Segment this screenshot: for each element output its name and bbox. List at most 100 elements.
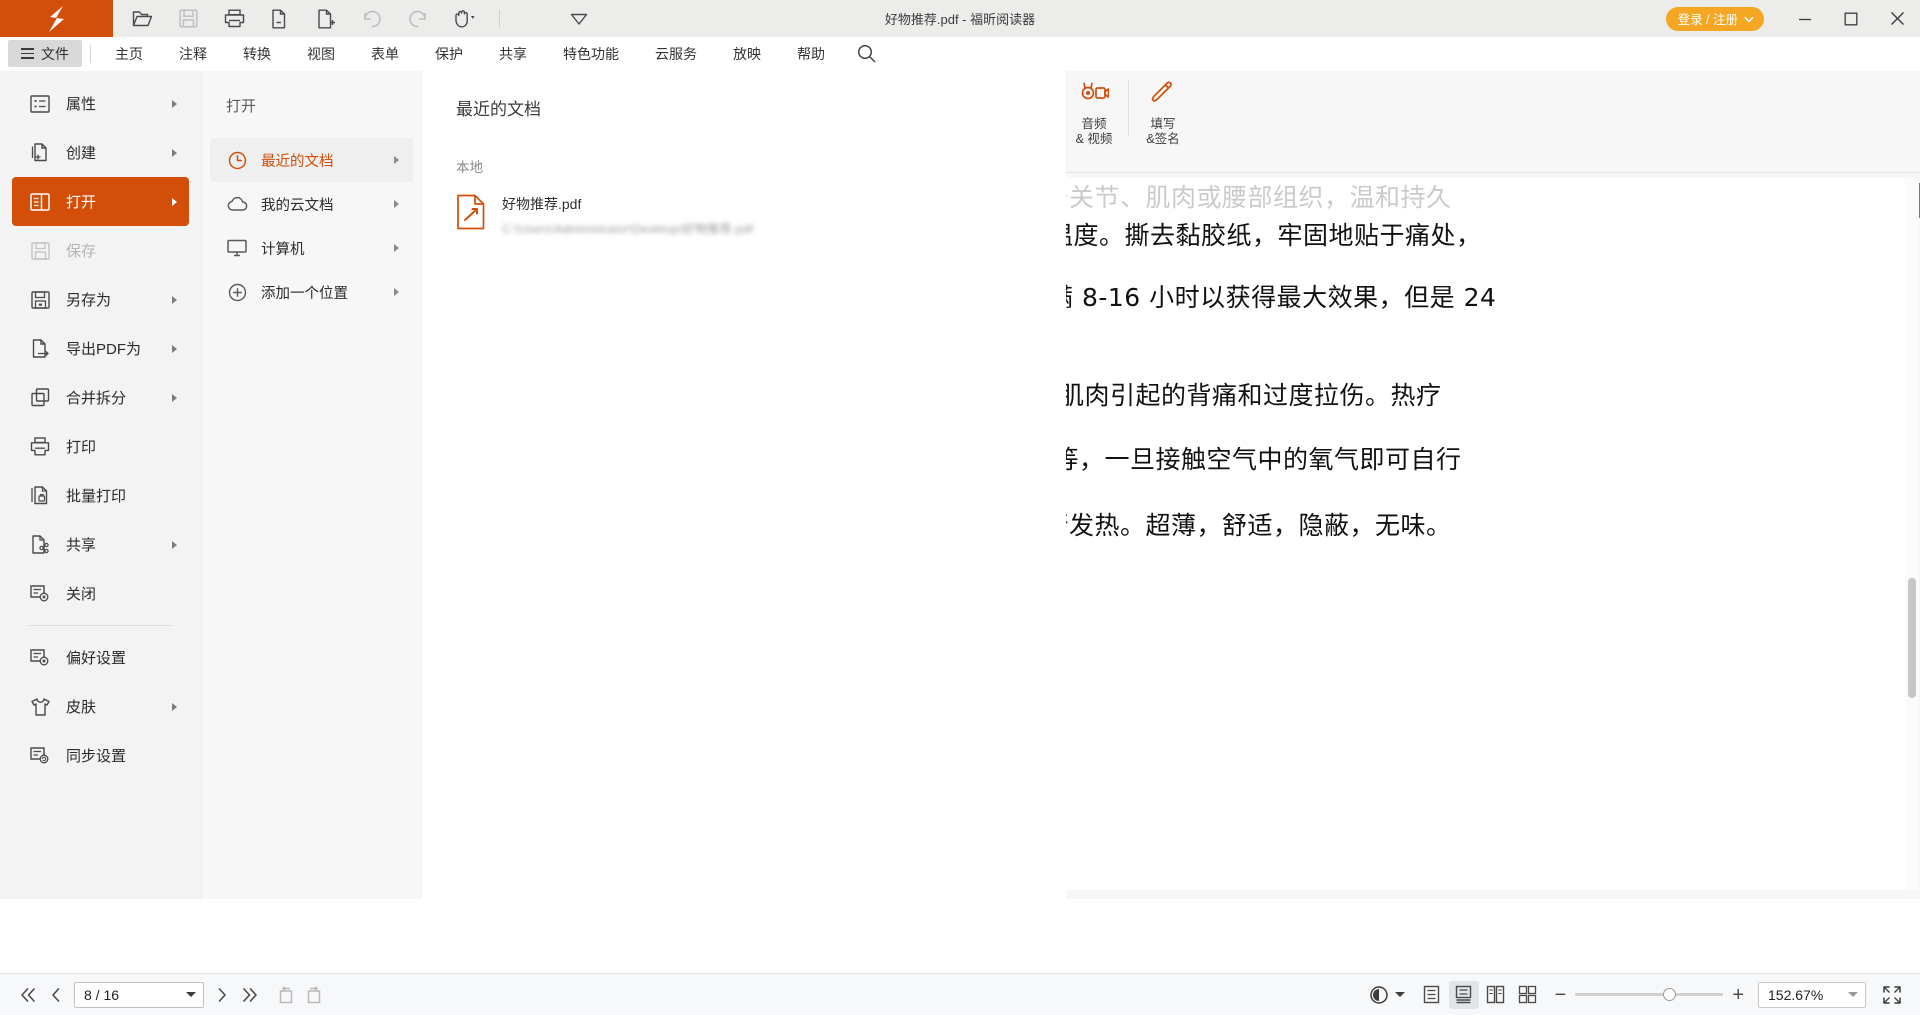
tab-home[interactable]: 主页 [97,40,161,67]
maximize-button[interactable] [1828,0,1874,37]
tab-present[interactable]: 放映 [715,40,779,67]
undo-icon [357,5,387,33]
copy-page-icon[interactable] [265,5,295,33]
view-mode-two-page[interactable] [1481,981,1511,1009]
tab-help[interactable]: 帮助 [779,40,843,67]
tab-view[interactable]: 视图 [289,40,353,67]
tab-cloud[interactable]: 云服务 [637,40,715,67]
file-menu-item-properties[interactable]: 属性 [12,79,189,128]
last-page-button[interactable] [236,981,264,1009]
tab-features[interactable]: 特色功能 [545,40,637,67]
zoom-slider-handle[interactable] [1663,988,1676,1001]
file-menu-item-label: 同步设置 [66,745,126,766]
minimize-button[interactable] [1782,0,1828,37]
fullscreen-button[interactable] [1878,981,1906,1009]
save-disk-icon [28,242,52,260]
computer-icon [226,239,248,257]
page-number-input[interactable]: 8 / 16 [74,982,204,1008]
rotate-left-button[interactable] [272,981,300,1009]
open-source-label: 最近的文档 [261,150,334,171]
chevron-right-icon [394,200,399,208]
file-menu-list: 属性 创建 打开 保存 [0,71,202,899]
file-menu-item-label: 打印 [66,436,96,457]
merge-split-icon [28,388,52,407]
chevron-down-icon[interactable] [186,992,196,997]
audio-video-icon [1079,80,1109,111]
open-source-add-place[interactable]: 添加一个位置 [210,270,413,314]
document-text-line: 品加温度，作用于关节、肌肉或腰部组织，温和持久 [1060,178,1452,214]
prev-page-button[interactable] [42,981,70,1009]
new-page-icon[interactable] [311,5,341,33]
file-menu-item-label: 关闭 [66,583,96,604]
file-menu-item-open[interactable]: 打开 [12,177,189,226]
file-menu-item-label: 偏好设置 [66,647,126,668]
file-menu-item-print[interactable]: 打印 [12,422,189,471]
zoom-level-input[interactable]: 152.67% [1758,982,1866,1008]
document-text-line-highlighted: 的放松，暂时舒缓肌肉引起的背痛和过度拉伤。热疗 [1060,376,1442,412]
zoom-level-value: 152.67% [1768,987,1823,1003]
rotate-right-button[interactable] [300,981,328,1009]
document-scrollbar[interactable] [1905,178,1919,890]
ribbon-tool-fill-sign[interactable]: 填写 &签名 [1129,80,1197,148]
file-menu-item-save-as[interactable]: 另存为 [12,275,189,324]
tab-share[interactable]: 共享 [481,40,545,67]
tab-form[interactable]: 表单 [353,40,417,67]
close-button[interactable] [1874,0,1920,37]
first-page-button[interactable] [14,981,42,1009]
open-sources-panel: 打开 最近的文档 我的云文档 计算机 [202,71,422,899]
zoom-in-button[interactable]: + [1732,985,1744,1005]
file-menu-item-label: 另存为 [66,289,111,310]
file-menu-item-sync-settings[interactable]: 同步设置 [12,731,189,780]
search-icon[interactable] [843,44,890,63]
view-mode-two-page-continuous[interactable] [1513,981,1543,1009]
print-icon[interactable] [219,5,249,33]
ribbon-tool-label-line1: 填写 [1150,117,1175,131]
ribbon-tool-audio-video[interactable]: 音频 & 视频 [1060,80,1128,148]
open-source-recent[interactable]: 最近的文档 [210,138,413,182]
share-icon [28,535,52,554]
next-page-button[interactable] [208,981,236,1009]
view-mode-single-page[interactable] [1417,981,1447,1009]
file-menu-item-label: 皮肤 [66,696,96,717]
chevron-right-icon [172,100,177,108]
file-menu-item-preferences[interactable]: 偏好设置 [12,633,189,682]
file-menu-item-batch-print[interactable]: 批量打印 [12,471,189,520]
login-register-button[interactable]: 登录 / 注册 [1666,7,1764,31]
preferences-icon [28,649,52,667]
recent-file-path: C:\Users\Administrator\Desktop\好物推荐.pdf [502,220,753,237]
read-mode-button[interactable] [1365,981,1393,1009]
fill-sign-icon [1150,80,1176,111]
chevron-right-icon [394,288,399,296]
open-source-computer[interactable]: 计算机 [210,226,413,270]
document-scrollbar-thumb[interactable] [1908,578,1916,698]
customize-icon[interactable] [564,5,594,33]
tab-comment[interactable]: 注释 [161,40,225,67]
file-menu-panel: 属性 创建 打开 保存 [0,71,1066,899]
chevron-right-icon [172,296,177,304]
zoom-out-button[interactable]: − [1555,985,1567,1005]
file-menu-item-merge-split[interactable]: 合并拆分 [12,373,189,422]
tab-protect[interactable]: 保护 [417,40,481,67]
export-pdf-icon [28,339,52,358]
file-menu-item-create[interactable]: 创建 [12,128,189,177]
tab-convert[interactable]: 转换 [225,40,289,67]
file-menu-item-skin[interactable]: 皮肤 [12,682,189,731]
file-menu-item-share[interactable]: 共享 [12,520,189,569]
open-source-cloud[interactable]: 我的云文档 [210,182,413,226]
file-menu-item-close[interactable]: 关闭 [12,569,189,618]
view-mode-continuous[interactable] [1449,981,1479,1009]
file-menu-item-label: 批量打印 [66,485,126,506]
zoom-slider-track[interactable] [1575,993,1723,996]
recent-file-item[interactable]: 好物推荐.pdf C:\Users\Administrator\Desktop\… [456,194,1066,237]
chevron-down-icon[interactable] [1395,992,1405,997]
chevron-down-icon[interactable] [1848,992,1858,997]
ribbon-bottom-rule [1060,172,1920,173]
ribbon-tool-label-line2: &签名 [1146,132,1179,146]
file-menu-divider [28,625,173,626]
hand-tool-icon[interactable] [449,5,479,33]
tab-file[interactable]: 文件 [8,40,82,67]
open-source-label: 添加一个位置 [261,282,348,303]
file-menu-item-export-pdf[interactable]: 导出PDF为 [12,324,189,373]
ribbon-tab-bar: 文件 主页 注释 转换 视图 表单 保护 共享 特色功能 云服务 放映 帮助 [0,37,1920,71]
open-icon[interactable] [127,5,157,33]
